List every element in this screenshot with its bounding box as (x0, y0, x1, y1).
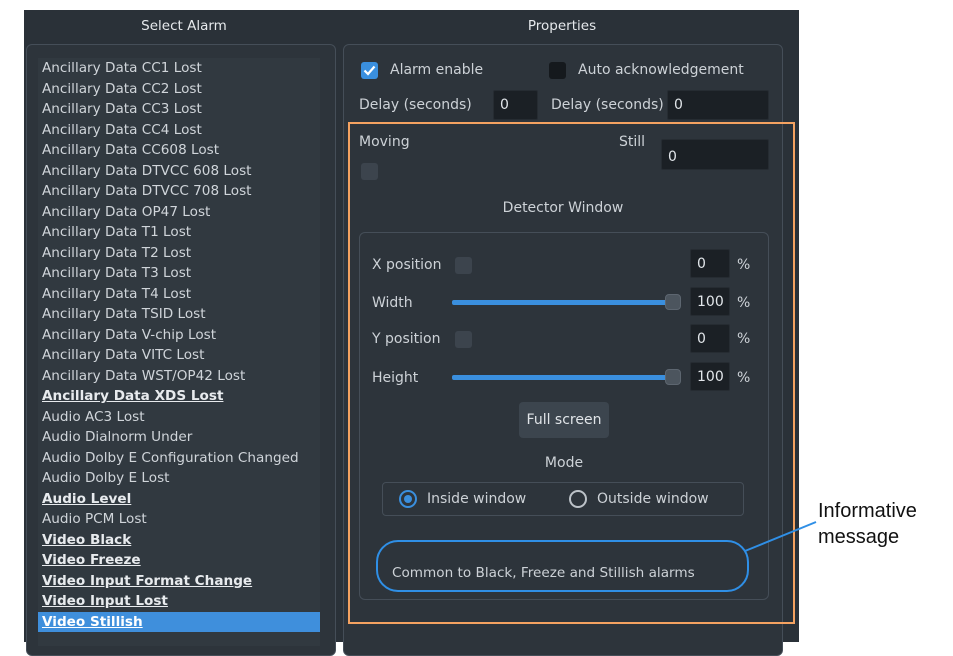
alarm-list-item[interactable]: Ancillary Data CC2 Lost (38, 79, 320, 100)
alarm-list-item[interactable]: Ancillary Data XDS Lost (38, 386, 320, 407)
alarm-enable-label: Alarm enable (390, 62, 484, 78)
delay-label-1: Delay (seconds) (359, 97, 472, 113)
properties-title: Properties (527, 18, 597, 34)
informative-message-annotation: Informative message (818, 500, 917, 548)
alarm-list[interactable]: Ancillary Data CC1 Lost Ancillary Data CC… (38, 58, 320, 646)
auto-acknowledgement-checkbox[interactable] (549, 62, 566, 79)
alarm-list-item[interactable]: Ancillary Data T2 Lost (38, 243, 320, 264)
alarm-list-item[interactable]: Audio Dolby E Lost (38, 468, 320, 489)
select-alarm-title: Select Alarm (141, 18, 227, 34)
check-icon (363, 65, 376, 76)
alarm-list-item[interactable]: Audio PCM Lost (38, 509, 320, 530)
alarm-list-item[interactable]: Ancillary Data CC1 Lost (38, 58, 320, 79)
alarm-list-item[interactable]: Ancillary Data T1 Lost (38, 222, 320, 243)
callout-line (744, 521, 817, 552)
alarm-list-item[interactable]: Ancillary Data T4 Lost (38, 284, 320, 305)
message-callout-bubble (376, 540, 749, 592)
alarm-list-item[interactable]: Audio AC3 Lost (38, 407, 320, 428)
alarm-list-item[interactable]: Video Input Format Change (38, 571, 320, 592)
alarm-list-item[interactable]: Ancillary Data T3 Lost (38, 263, 320, 284)
alarm-list-item[interactable]: Ancillary Data DTVCC 708 Lost (38, 181, 320, 202)
alarm-list-item[interactable]: Ancillary Data WST/OP42 Lost (38, 366, 320, 387)
alarm-list-item[interactable]: Ancillary Data VITC Lost (38, 345, 320, 366)
alarm-list-item[interactable]: Ancillary Data V-chip Lost (38, 325, 320, 346)
alarm-list-item[interactable]: Ancillary Data CC3 Lost (38, 99, 320, 120)
alarm-list-item[interactable]: Ancillary Data CC4 Lost (38, 120, 320, 141)
delay-seconds-input-2[interactable]: 0 (667, 90, 769, 120)
alarm-list-item[interactable]: Video Freeze (38, 550, 320, 571)
alarm-list-item[interactable]: Audio Level (38, 489, 320, 510)
alarm-list-item[interactable]: Audio Dolby E Configuration Changed (38, 448, 320, 469)
alarm-list-item[interactable]: Video Stillish (38, 611, 320, 632)
alarm-list-item[interactable]: Ancillary Data CC608 Lost (38, 140, 320, 161)
auto-acknowledgement-label: Auto acknowledgement (578, 62, 744, 78)
alarm-list-item[interactable]: Ancillary Data DTVCC 608 Lost (38, 161, 320, 182)
alarm-list-item[interactable]: Ancillary Data TSID Lost (38, 304, 320, 325)
delay-seconds-input-1[interactable]: 0 (493, 90, 538, 120)
delay-label-2: Delay (seconds) (551, 97, 664, 113)
alarm-list-item[interactable]: Audio Dialnorm Under (38, 427, 320, 448)
alarm-list-item[interactable]: Video Input Lost (38, 591, 320, 612)
alarm-list-item[interactable]: Ancillary Data OP47 Lost (38, 202, 320, 223)
alarm-list-item[interactable]: Video Black (38, 530, 320, 551)
alarm-enable-checkbox[interactable] (361, 62, 378, 79)
